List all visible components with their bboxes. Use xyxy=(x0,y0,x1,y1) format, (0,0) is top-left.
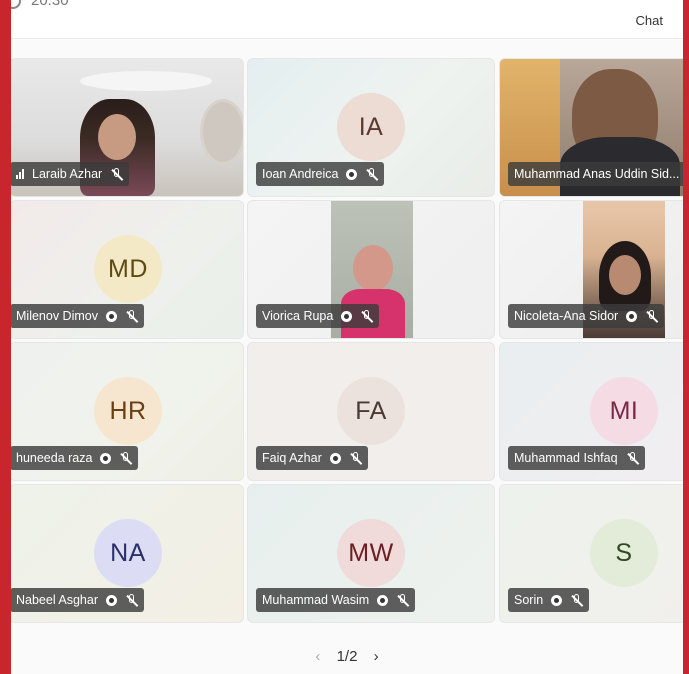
participant-name-label: Faiq Azhar xyxy=(256,446,368,470)
meeting-window: 20:30 Chat Laraib Azhar IA Ioan Andreica… xyxy=(11,0,683,674)
hand-raise-icon xyxy=(346,168,358,180)
participant-video xyxy=(609,255,641,295)
participant-tile[interactable]: HR huneeda raza xyxy=(11,342,244,481)
meeting-time: 20:30 xyxy=(31,0,69,9)
participant-tile[interactable]: MD Milenov Dimov xyxy=(11,200,244,339)
participant-name: Muhammad Ishfaq xyxy=(514,451,618,465)
participant-name-label: Muhammad Wasim xyxy=(256,588,416,612)
mic-off-icon xyxy=(125,593,138,607)
mic-off-icon xyxy=(365,167,378,181)
participant-tile[interactable]: IA Ioan Andreica xyxy=(247,58,495,197)
participant-name: Nabeel Asghar xyxy=(16,593,99,607)
mic-off-icon xyxy=(349,451,362,465)
mic-off-icon xyxy=(626,451,639,465)
mic-off-icon xyxy=(360,309,373,323)
participant-name: Milenov Dimov xyxy=(16,309,98,323)
mic-off-icon xyxy=(396,593,409,607)
participant-name: Faiq Azhar xyxy=(262,451,322,465)
hand-raise-icon xyxy=(105,310,117,322)
participant-name: Nicoleta-Ana Sidor xyxy=(514,309,619,323)
meeting-header: 20:30 Chat xyxy=(11,0,683,39)
participant-tile[interactable]: NA Nabeel Asghar xyxy=(11,484,244,623)
participant-avatar: MW xyxy=(337,519,405,587)
participant-avatar: FA xyxy=(337,377,405,445)
hand-raise-icon xyxy=(341,310,353,322)
hand-raise-icon xyxy=(377,594,389,606)
mic-off-icon xyxy=(570,593,583,607)
hand-raise-icon xyxy=(106,594,118,606)
participant-name: Laraib Azhar xyxy=(32,167,103,181)
participant-tile[interactable]: S Sorin xyxy=(499,484,683,623)
participant-name-label: Nicoleta-Ana Sidor xyxy=(508,304,665,328)
participant-tile[interactable]: Laraib Azhar xyxy=(11,58,244,197)
participant-name: Sorin xyxy=(514,593,544,607)
hand-raise-icon xyxy=(329,452,341,464)
participant-video xyxy=(200,99,243,165)
mic-off-icon xyxy=(125,309,138,323)
mic-off-icon xyxy=(119,451,132,465)
participant-avatar: IA xyxy=(337,93,405,161)
chevron-left-icon[interactable]: ‹ xyxy=(315,648,320,665)
mic-off-icon xyxy=(110,167,123,181)
participant-name-label: Laraib Azhar xyxy=(11,162,130,186)
participant-name: Muhammad Anas Uddin Sid... xyxy=(514,167,680,181)
participant-name-label: Sorin xyxy=(508,588,590,612)
hand-raise-icon xyxy=(626,310,638,322)
chat-button[interactable]: Chat xyxy=(636,13,663,28)
participant-tile[interactable]: MI Muhammad Ishfaq xyxy=(499,342,683,481)
participant-tile[interactable]: FA Faiq Azhar xyxy=(247,342,495,481)
participant-name-label: Milenov Dimov xyxy=(11,304,144,328)
mic-off-icon xyxy=(645,309,658,323)
participant-avatar: S xyxy=(590,519,658,587)
participant-avatar: MI xyxy=(590,377,658,445)
participant-tile[interactable]: Nicoleta-Ana Sidor xyxy=(499,200,683,339)
participant-name: huneeda raza xyxy=(16,451,93,465)
participant-name-label: Viorica Rupa xyxy=(256,304,380,328)
participant-name: Muhammad Wasim xyxy=(262,593,370,607)
participant-name-label: Ioan Andreica xyxy=(256,162,385,186)
participant-name-label: huneeda raza xyxy=(11,446,139,470)
participant-name: Ioan Andreica xyxy=(262,167,339,181)
participant-tile[interactable]: Muhammad Anas Uddin Sid... xyxy=(499,58,683,197)
participant-name-label: Muhammad Ishfaq xyxy=(508,446,645,470)
participant-tile[interactable]: MW Muhammad Wasim xyxy=(247,484,495,623)
participant-avatar: HR xyxy=(94,377,162,445)
chevron-right-icon[interactable]: › xyxy=(374,648,379,665)
participant-name: Viorica Rupa xyxy=(262,309,334,323)
participant-name-label: Muhammad Anas Uddin Sid... xyxy=(508,162,683,186)
participant-avatar: NA xyxy=(94,519,162,587)
meeting-timer: 20:30 xyxy=(11,0,69,10)
participant-tile[interactable]: Viorica Rupa xyxy=(247,200,495,339)
page-indicator: 1/2 xyxy=(336,648,358,665)
pagination: ‹ 1/2 › xyxy=(11,648,683,665)
signal-icon xyxy=(16,169,24,179)
participant-name-label: Nabeel Asghar xyxy=(11,588,145,612)
participant-video xyxy=(353,245,393,291)
hand-raise-icon xyxy=(551,594,563,606)
participant-video xyxy=(98,114,136,160)
participant-avatar: MD xyxy=(94,235,162,303)
clock-icon xyxy=(11,0,21,10)
participant-video xyxy=(80,71,212,91)
hand-raise-icon xyxy=(100,452,112,464)
